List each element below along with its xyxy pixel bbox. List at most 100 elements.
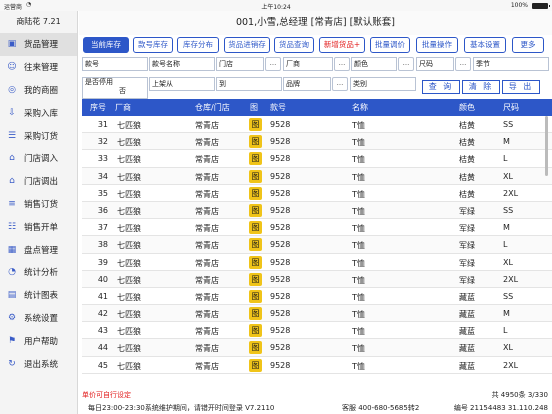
product-thumbnail-icon[interactable]: 图 [249,358,262,372]
batch-ops-button[interactable]: 批量操作 [416,37,458,53]
product-thumbnail-icon[interactable]: 图 [249,203,262,217]
sidebar-item-7[interactable]: ≡ 销售订货 [0,193,77,216]
vendor-picker-button[interactable]: ... [334,57,350,71]
product-thumbnail-icon[interactable]: 图 [249,341,262,355]
cell-size: L [503,240,508,250]
table-row[interactable]: 33 七匹狼 常青店 图 9528 T恤 桔黄 L [82,150,552,168]
brand-field[interactable]: 品牌 [283,77,331,91]
listed-to-field[interactable]: 到 [216,77,282,91]
cell-name: T恤 [352,206,365,216]
cell-code: 9528 [270,223,291,233]
cell-code: 9528 [270,326,291,336]
table-row[interactable]: 34 七匹狼 常青店 图 9528 T恤 桔黄 XL [82,167,552,185]
col-vendor[interactable]: 厂商 [115,102,131,113]
product-thumbnail-icon[interactable]: 图 [249,255,262,269]
sidebar-item-8[interactable]: ☷ 销售开单 [0,215,77,238]
vendor-field[interactable]: 厂商 [283,57,333,71]
product-thumbnail-icon[interactable]: 图 [249,307,262,321]
brand-picker-button[interactable]: ... [332,77,348,91]
export-button[interactable]: 导 出 [502,80,540,94]
sidebar-item-10[interactable]: ◔ 统计分析 [0,261,77,284]
tab-goods-flow[interactable]: 货品进销存 [224,37,270,53]
season-field[interactable]: 季节 [473,57,549,71]
size-picker-button[interactable]: ... [455,57,471,71]
battery-icon [532,3,550,9]
table-row[interactable]: 38 七匹狼 常青店 图 9528 T恤 军绿 L [82,236,552,254]
sidebar-item-14[interactable]: ↻ 退出系统 [0,352,77,375]
cell-code: 9528 [270,274,291,284]
tab-code-stock[interactable]: 款号库存 [133,37,173,53]
sidebar-item-4[interactable]: ☰ 采购订货 [0,124,77,147]
product-thumbnail-icon[interactable]: 图 [249,221,262,235]
cell-code: 9528 [270,120,291,129]
sidebar-item-3[interactable]: ⇩ 采购入库 [0,101,77,124]
table-row[interactable]: 44 七匹狼 常青店 图 9528 T恤 藏蓝 XL [82,339,552,357]
batch-price-button[interactable]: 批量调价 [370,37,410,53]
cell-color: 桔黄 [459,121,475,130]
table-row[interactable]: 35 七匹狼 常青店 图 9528 T恤 桔黄 2XL [82,185,552,202]
col-color[interactable]: 颜色 [459,102,475,113]
cell-code: 9528 [270,343,291,353]
price-note: 单价可自行设定 [82,391,131,399]
table-row[interactable]: 42 七匹狼 常青店 图 9528 T恤 藏蓝 M [82,305,552,323]
sidebar-item-1[interactable]: ☺ 往来管理 [0,56,77,79]
category-field[interactable]: 类别 [350,77,416,91]
store-field[interactable]: 门店 [216,57,264,71]
sidebar-item-12[interactable]: ⚙ 系统设置 [0,307,77,330]
more-button[interactable]: 更多 [512,37,544,53]
product-thumbnail-icon[interactable]: 图 [249,169,262,183]
product-thumbnail-icon[interactable]: 图 [249,135,262,149]
code-name-field[interactable]: 款号名称 [149,57,215,71]
product-thumbnail-icon[interactable]: 图 [249,152,262,166]
col-code[interactable]: 款号 [270,102,286,113]
sidebar-item-2[interactable]: ◎ 我的商圈 [0,79,77,102]
scrollbar[interactable] [545,116,548,176]
table-row[interactable]: 40 七匹狼 常青店 图 9528 T恤 军绿 2XL [82,270,552,288]
cell-store: 常青店 [195,121,219,130]
add-goods-button[interactable]: 新增货品+ [319,37,365,53]
table-row[interactable]: 45 七匹狼 常青店 图 9528 T恤 藏蓝 2XL [82,357,552,374]
tab-current-stock[interactable]: 当前库存 [83,37,129,53]
table-row[interactable]: 43 七匹狼 常青店 图 9528 T恤 藏蓝 L [82,322,552,340]
query-button[interactable]: 查 询 [422,80,460,94]
tab-goods-query[interactable]: 货品查询 [274,37,314,53]
sidebar-item-5[interactable]: ⌂ 门店调入 [0,147,77,170]
tab-stock-distribution[interactable]: 库存分布 [177,37,219,53]
product-thumbnail-icon[interactable]: 图 [249,289,262,303]
table-row[interactable]: 37 七匹狼 常青店 图 9528 T恤 军绿 M [82,219,552,237]
basic-settings-button[interactable]: 基本设置 [464,37,506,53]
col-no[interactable]: 序号 [90,102,106,113]
clear-button[interactable]: 清 除 [462,80,500,94]
sidebar-item-13[interactable]: ⚑ 用户帮助 [0,329,77,352]
table-row[interactable]: 36 七匹狼 常青店 图 9528 T恤 军绿 SS [82,201,552,220]
discontinued-value: 否 [119,87,126,95]
col-picture[interactable]: 图 [250,102,258,113]
sidebar-item-0[interactable]: ▣ 货品管理 [0,33,77,56]
store-picker-button[interactable]: ... [265,57,281,71]
cell-no: 31 [97,120,108,129]
table-row[interactable]: 32 七匹狼 常青店 图 9528 T恤 桔黄 M [82,133,552,151]
listed-from-field[interactable]: 上架从 [149,77,215,91]
col-name[interactable]: 名称 [352,102,368,113]
cell-store: 常青店 [195,206,219,216]
product-thumbnail-icon[interactable]: 图 [249,272,262,286]
size-field[interactable]: 尺码 [416,57,454,71]
code-field[interactable]: 款号 [82,57,148,71]
color-picker-button[interactable]: ... [398,57,414,71]
sidebar-item-11[interactable]: ▤ 统计图表 [0,284,77,307]
col-size[interactable]: 尺码 [503,102,519,113]
product-thumbnail-icon[interactable]: 图 [249,324,262,338]
product-thumbnail-icon[interactable]: 图 [249,118,262,131]
table-row[interactable]: 41 七匹狼 常青店 图 9528 T恤 藏蓝 SS [82,288,552,306]
product-thumbnail-icon[interactable]: 图 [249,186,262,200]
product-thumbnail-icon[interactable]: 图 [249,238,262,252]
table-row[interactable]: 39 七匹狼 常青店 图 9528 T恤 军绿 XL [82,254,552,271]
sidebar-item-6[interactable]: ⌂ 门店调出 [0,170,77,193]
sidebar-item-label: 销售订货 [24,199,59,210]
table-row[interactable]: 31 七匹狼 常青店 图 9528 T恤 桔黄 SS [82,116,552,134]
col-store[interactable]: 仓库/门店 [195,102,230,113]
cell-store: 常青店 [195,327,219,337]
discontinued-field[interactable]: 是否停用 否 [82,77,148,99]
sidebar-item-9[interactable]: ▦ 盘点管理 [0,238,77,261]
color-field[interactable]: 颜色 [351,57,397,71]
